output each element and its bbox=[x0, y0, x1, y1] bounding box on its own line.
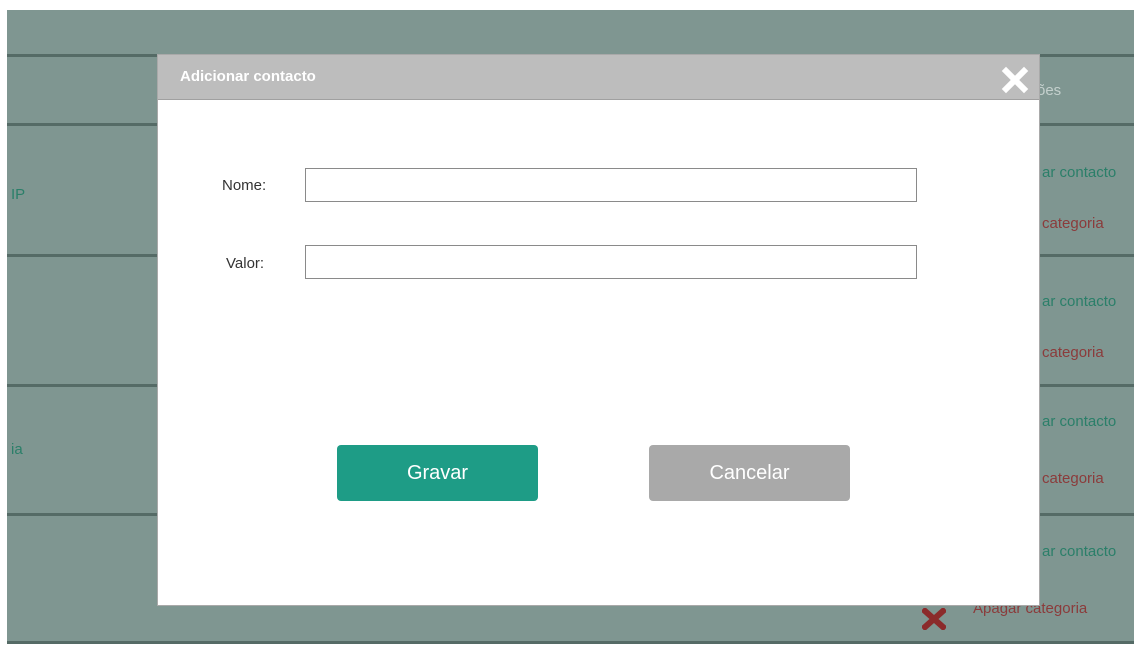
row-divider bbox=[7, 641, 1134, 644]
edit-contact-link[interactable]: ar contacto bbox=[1042, 164, 1116, 181]
save-button[interactable]: Gravar bbox=[337, 445, 538, 501]
dialog-title: Adicionar contacto bbox=[180, 68, 316, 85]
name-input[interactable] bbox=[305, 168, 917, 202]
x-icon[interactable] bbox=[922, 608, 946, 630]
edit-contact-link[interactable]: ar contacto bbox=[1042, 293, 1116, 310]
close-icon[interactable] bbox=[1001, 66, 1029, 94]
delete-category-link[interactable]: categoria bbox=[1042, 344, 1104, 361]
value-input[interactable] bbox=[305, 245, 917, 279]
actions-column-header: ões bbox=[1037, 82, 1062, 99]
delete-category-link[interactable]: categoria bbox=[1042, 470, 1104, 487]
delete-category-link[interactable]: categoria bbox=[1042, 215, 1104, 232]
cancel-button[interactable]: Cancelar bbox=[649, 445, 850, 501]
edit-contact-link[interactable]: ar contacto bbox=[1042, 413, 1116, 430]
value-label: Valor: bbox=[226, 255, 265, 272]
name-label: Nome: bbox=[222, 177, 267, 194]
edit-contact-link[interactable]: ar contacto bbox=[1042, 543, 1116, 560]
dialog-header: Adicionar contacto bbox=[158, 55, 1039, 100]
row-name: IP bbox=[11, 186, 26, 203]
add-contact-dialog: Adicionar contacto Nome: Valor: Gravar C… bbox=[157, 54, 1040, 606]
row-name: ia bbox=[11, 441, 23, 458]
